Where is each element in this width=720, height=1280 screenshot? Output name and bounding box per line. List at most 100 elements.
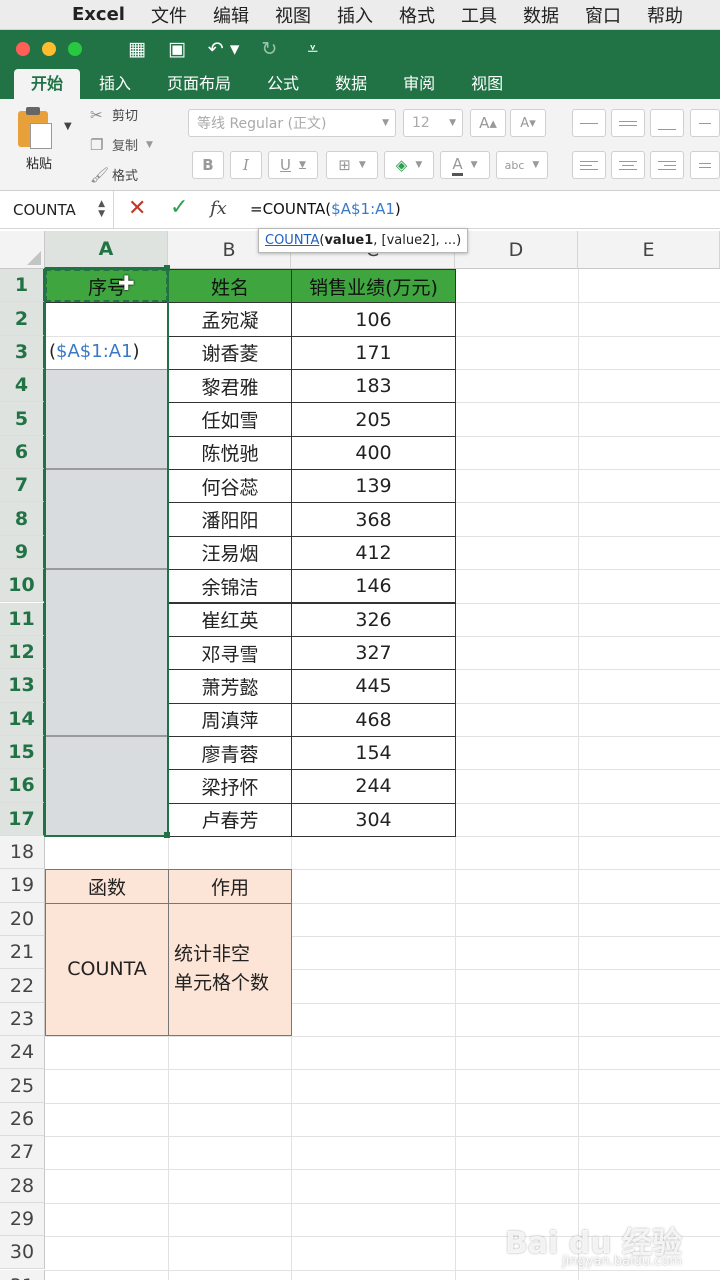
- tab-formulas[interactable]: 公式: [250, 69, 316, 99]
- decrease-font-button[interactable]: A ▾: [510, 109, 546, 137]
- table-cell-name[interactable]: 梁抒怀: [168, 769, 292, 804]
- table-cell-name[interactable]: 萧芳懿: [168, 669, 292, 704]
- function-help-link[interactable]: COUNTA: [265, 233, 319, 248]
- info-function-description[interactable]: 统计非空 单元格个数: [168, 902, 292, 1037]
- column-header-e[interactable]: E: [578, 231, 720, 269]
- copy-button[interactable]: ❐ 复制 ▼: [90, 135, 153, 155]
- table-cell-name[interactable]: 邓寻雪: [168, 635, 292, 671]
- row-header-22[interactable]: 22: [0, 969, 45, 1003]
- table-cell-name[interactable]: 崔红英: [168, 602, 292, 637]
- tab-insert[interactable]: 插入: [82, 69, 148, 99]
- fill-handle[interactable]: [164, 831, 170, 838]
- indent-icon[interactable]: [690, 151, 720, 179]
- range-corner-handle[interactable]: [164, 265, 170, 271]
- worksheet-grid[interactable]: ABCDE12345678910111213141516171819202122…: [0, 231, 720, 1280]
- menu-edit[interactable]: 编辑: [213, 2, 249, 28]
- row-header-5[interactable]: 5: [0, 402, 45, 436]
- row-header-2[interactable]: 2: [0, 302, 45, 336]
- row-header-18[interactable]: 18: [0, 835, 45, 870]
- table-cell-name[interactable]: 谢香菱: [168, 335, 292, 371]
- table-cell-sales[interactable]: 400: [291, 435, 456, 471]
- menu-tools[interactable]: 工具: [461, 2, 497, 28]
- wrap-text-button[interactable]: abc ▼: [496, 151, 548, 179]
- column-header-a[interactable]: A: [45, 231, 168, 269]
- tab-home[interactable]: 开始: [14, 69, 81, 99]
- row-header-15[interactable]: 15: [0, 735, 45, 770]
- table-cell-sales[interactable]: 183: [291, 369, 456, 404]
- table-cell-name[interactable]: 陈悦驰: [168, 435, 292, 471]
- paste-label[interactable]: 粘贴: [26, 153, 52, 172]
- cut-button[interactable]: ✂ 剪切: [90, 105, 138, 125]
- borders-button[interactable]: ⊞ ▼: [326, 151, 378, 179]
- insert-function-icon[interactable]: fx: [210, 198, 227, 219]
- row-header-19[interactable]: 19: [0, 869, 45, 903]
- name-box-stepper-icon[interactable]: ▲ ▼: [98, 199, 105, 219]
- cell-edit-text[interactable]: ($A$1:A1): [49, 341, 140, 362]
- row-header-21[interactable]: 21: [0, 936, 45, 970]
- menu-app-name[interactable]: Excel: [72, 4, 125, 25]
- table-cell-sales[interactable]: 146: [291, 569, 456, 604]
- table-cell-name[interactable]: 孟宛凝: [168, 302, 292, 337]
- table-cell-name[interactable]: 余锦洁: [168, 569, 292, 604]
- table-cell-name[interactable]: 潘阳阳: [168, 502, 292, 537]
- confirm-entry-icon[interactable]: ✓: [170, 195, 188, 220]
- menu-format[interactable]: 格式: [399, 2, 435, 28]
- menu-help[interactable]: 帮助: [647, 2, 683, 28]
- row-header-3[interactable]: 3: [0, 335, 45, 370]
- row-header-29[interactable]: 29: [0, 1202, 45, 1237]
- format-painter-button[interactable]: 🖌 格式: [90, 165, 138, 185]
- menu-file[interactable]: 文件: [151, 2, 187, 28]
- row-header-1[interactable]: 1: [0, 269, 45, 303]
- table-cell-name[interactable]: 廖青蓉: [168, 735, 292, 771]
- increase-font-button[interactable]: A ▴: [470, 109, 506, 137]
- tab-data[interactable]: 数据: [318, 69, 384, 99]
- info-header-purpose[interactable]: 作用: [168, 869, 292, 904]
- zoom-window-button[interactable]: [68, 41, 82, 56]
- underline-button[interactable]: U ▼: [268, 151, 318, 179]
- row-header-7[interactable]: 7: [0, 469, 45, 503]
- row-header-17[interactable]: 17: [0, 802, 45, 836]
- table-cell-sales[interactable]: 445: [291, 669, 456, 704]
- table-header-cell[interactable]: 销售业绩(万元): [291, 269, 456, 304]
- name-box[interactable]: COUNTA ▲ ▼: [0, 191, 114, 229]
- row-header-16[interactable]: 16: [0, 769, 45, 803]
- row-header-26[interactable]: 26: [0, 1102, 45, 1137]
- align-middle-icon[interactable]: [611, 109, 645, 137]
- row-header-12[interactable]: 12: [0, 635, 45, 670]
- table-cell-sales[interactable]: 106: [291, 302, 456, 337]
- align-top-icon[interactable]: [572, 109, 606, 137]
- table-header-cell[interactable]: 姓名: [168, 269, 292, 304]
- info-function-name[interactable]: COUNTA: [45, 902, 169, 1037]
- table-cell-name[interactable]: 何谷蕊: [168, 469, 292, 504]
- table-cell-name[interactable]: 任如雪: [168, 402, 292, 437]
- tab-view[interactable]: 视图: [454, 69, 520, 99]
- orientation-icon[interactable]: [690, 109, 720, 137]
- row-header-4[interactable]: 4: [0, 369, 45, 403]
- close-window-button[interactable]: [16, 41, 30, 56]
- row-header-10[interactable]: 10: [0, 569, 45, 603]
- row-header-25[interactable]: 25: [0, 1069, 45, 1103]
- table-cell-sales[interactable]: 244: [291, 769, 456, 804]
- menu-view[interactable]: 视图: [275, 2, 311, 28]
- undo-icon[interactable]: ↶ ▾: [208, 38, 240, 60]
- table-cell-sales[interactable]: 154: [291, 735, 456, 771]
- row-header-27[interactable]: 27: [0, 1136, 45, 1170]
- row-header-31[interactable]: 31: [0, 1269, 45, 1280]
- sidebar-toggle-icon[interactable]: ▦: [128, 38, 146, 60]
- align-left-icon[interactable]: [572, 151, 606, 179]
- customize-toolbar-icon[interactable]: ⩡: [307, 38, 318, 60]
- table-cell-sales[interactable]: 205: [291, 402, 456, 437]
- font-color-button[interactable]: A ▼: [440, 151, 490, 179]
- table-cell-sales[interactable]: 412: [291, 535, 456, 571]
- menu-insert[interactable]: 插入: [337, 2, 373, 28]
- row-header-9[interactable]: 9: [0, 535, 45, 570]
- fill-color-button[interactable]: ◈ ▼: [384, 151, 434, 179]
- italic-button[interactable]: I: [230, 151, 262, 179]
- align-bottom-icon[interactable]: [650, 109, 684, 137]
- paste-icon[interactable]: [18, 107, 52, 149]
- table-cell-name[interactable]: 卢春芳: [168, 802, 292, 837]
- paste-dropdown-icon[interactable]: ▼: [64, 121, 72, 132]
- table-cell-sales[interactable]: 326: [291, 602, 456, 637]
- row-header-14[interactable]: 14: [0, 702, 45, 736]
- row-header-30[interactable]: 30: [0, 1236, 45, 1270]
